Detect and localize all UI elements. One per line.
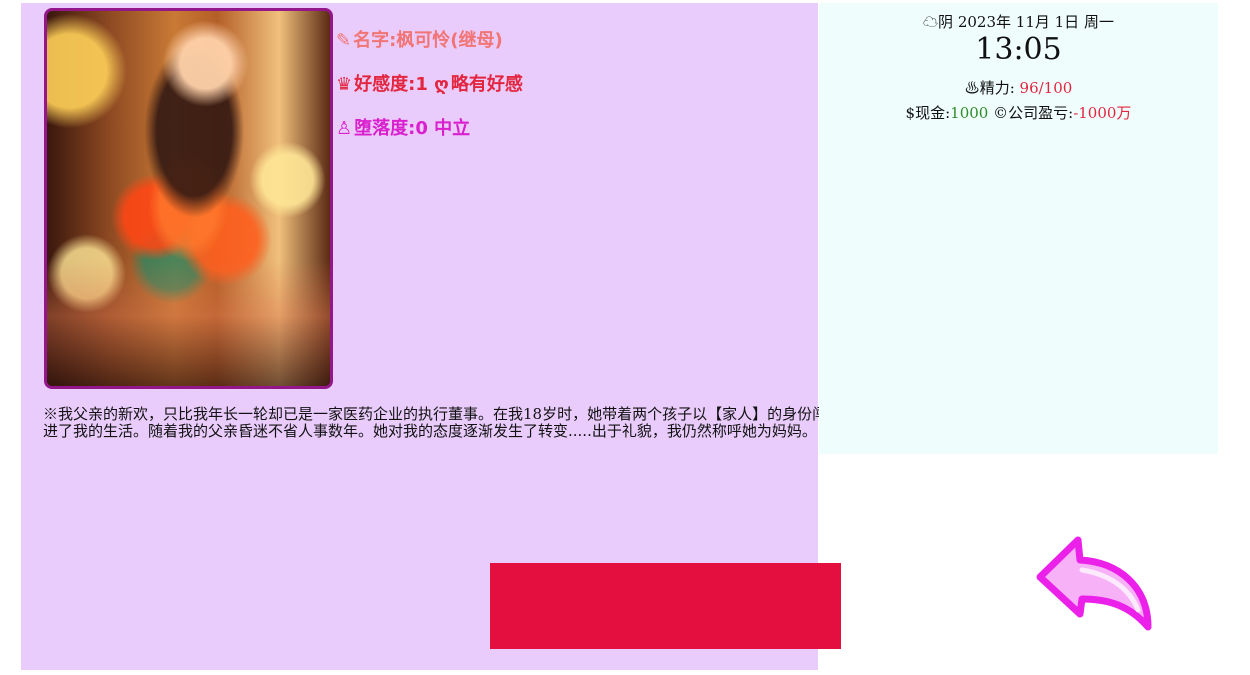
energy-line: ♨精力: 96/100 (819, 77, 1218, 98)
back-button[interactable] (1030, 532, 1155, 635)
corruption-label: 堕落度: (354, 118, 416, 139)
cloud-icon: ☁ (923, 13, 939, 31)
heart-ribbon-icon: ღ (434, 74, 449, 95)
cash-value: 1000 (950, 104, 989, 122)
clock-time: 13:05 (975, 32, 1062, 67)
status-panel: ☁阴 2023年 11月 1日 周一 13:05 ♨精力: 96/100 $现金… (819, 3, 1218, 454)
dollar-icon: $ (905, 104, 916, 122)
affection-label: 好感度: (354, 74, 416, 95)
rose-icon: ♙ (336, 118, 353, 139)
date-weather-line: ☁阴 2023年 11月 1日 周一 (819, 11, 1218, 32)
corruption-value: 0 (415, 118, 428, 139)
steam-icon: ♨ (964, 79, 980, 97)
character-name-line: ✎ 名字:枫可怜(继母) (336, 26, 503, 52)
weather-text: 阴 (938, 13, 954, 31)
crown-icon: ♛ (336, 74, 353, 95)
back-arrow-icon (1036, 536, 1152, 631)
energy-value: 96/100 (1019, 79, 1073, 97)
energy-label: 精力: (979, 79, 1015, 97)
affection-line: ♛ 好感度:1 ღ 略有好感 (336, 70, 523, 96)
affection-value: 1 (415, 74, 428, 95)
company-value: -1000万 (1073, 104, 1132, 122)
character-name: 枫可怜(继母) (396, 30, 503, 51)
cash-label: 现金: (915, 104, 951, 122)
affection-status: 略有好感 (450, 74, 523, 95)
company-label: 公司盈亏: (1008, 104, 1074, 122)
character-portrait (44, 8, 333, 389)
name-label: 名字: (353, 30, 397, 51)
action-button[interactable] (490, 563, 841, 649)
pencil-icon: ✎ (336, 30, 352, 51)
date-text: 2023年 11月 1日 周一 (957, 13, 1114, 31)
corruption-status: 中立 (434, 118, 471, 139)
portrait-shading (47, 258, 330, 386)
corruption-line: ♙ 堕落度:0 中立 (336, 114, 470, 140)
copyright-icon: © (993, 104, 1009, 122)
character-description: ※我父亲的新欢，只比我年长一轮却已是一家医药企业的执行董事。在我18岁时，她带着… (43, 405, 828, 440)
money-line: $现金:1000 ©公司盈亏:-1000万 (819, 102, 1218, 123)
